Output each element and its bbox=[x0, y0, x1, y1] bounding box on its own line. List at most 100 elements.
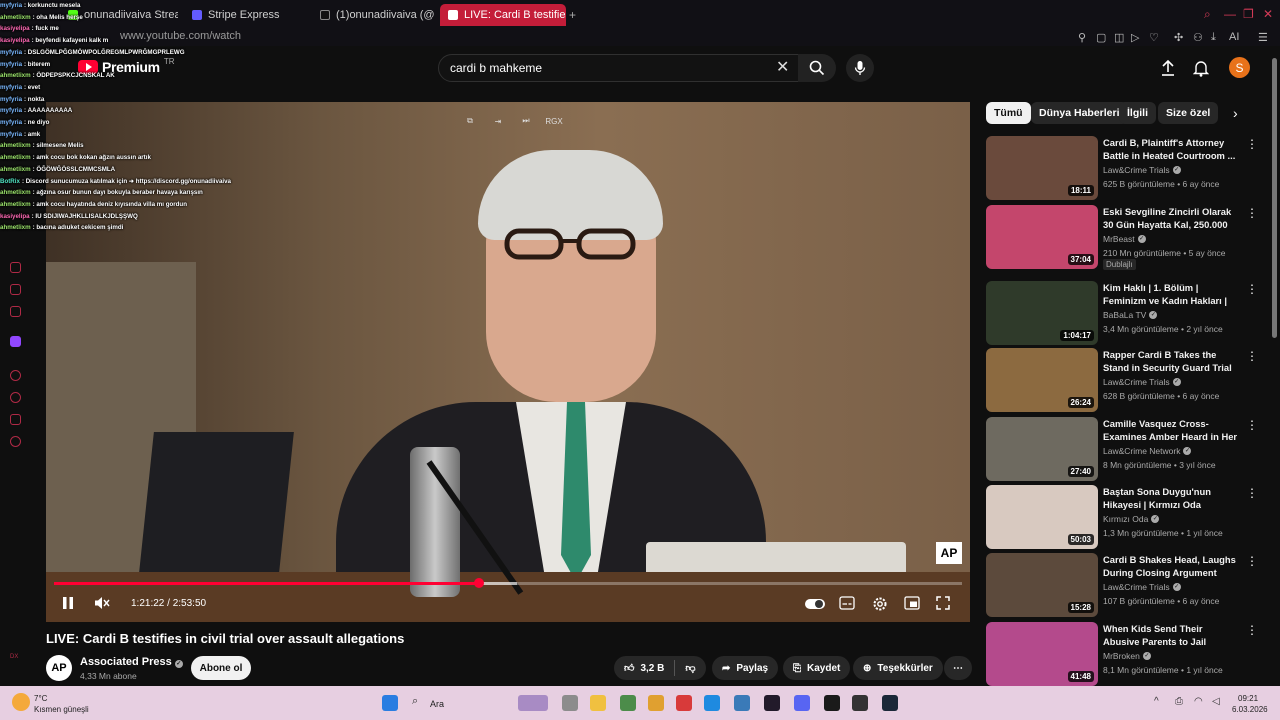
miniplayer-icon[interactable] bbox=[904, 596, 920, 610]
settings-icon[interactable] bbox=[10, 436, 21, 447]
task-view-icon[interactable] bbox=[562, 695, 578, 711]
video-thumbnail[interactable]: 50:03 bbox=[986, 485, 1098, 549]
sidebar-app-icon[interactable] bbox=[10, 284, 21, 295]
mute-icon[interactable] bbox=[94, 596, 110, 610]
thanks-button[interactable]: ⊕ Teşekkürler bbox=[853, 656, 943, 680]
folder-icon[interactable] bbox=[648, 695, 664, 711]
video-thumbnail[interactable]: 37:04 bbox=[986, 205, 1098, 269]
sidebar-app-icon[interactable] bbox=[10, 306, 21, 317]
recommendation-title[interactable]: Kim Haklı | 1. Bölüm | Feminizm ve Kadın… bbox=[1103, 281, 1241, 307]
player-icon[interactable]: ▷ bbox=[1131, 31, 1139, 44]
app-icon[interactable] bbox=[824, 695, 840, 711]
progress-scrubber[interactable] bbox=[473, 578, 484, 588]
menu-icon[interactable]: ☰ bbox=[1258, 31, 1268, 44]
heart-icon[interactable]: ♡ bbox=[1149, 31, 1159, 44]
recommendation-title[interactable]: Baştan Sona Duygu'nun Hikayesi | Kırmızı… bbox=[1103, 485, 1241, 511]
more-options-icon[interactable]: ⋮ bbox=[1246, 350, 1258, 362]
recommendation-channel[interactable]: MrBeast ✓ bbox=[1103, 234, 1146, 244]
more-options-icon[interactable]: ⋮ bbox=[1246, 207, 1258, 219]
browser-tab-youtube[interactable]: LIVE: Cardi B testifies in ci bbox=[440, 4, 566, 26]
twitch-icon[interactable] bbox=[10, 336, 21, 347]
wifi-icon[interactable]: ◠ bbox=[1194, 696, 1203, 707]
history-icon[interactable] bbox=[10, 392, 21, 403]
recommendation-card[interactable]: 18:11 Cardi B, Plaintiff's Attorney Battl… bbox=[986, 136, 1266, 200]
sidebar-app-icon[interactable] bbox=[10, 414, 21, 425]
more-options-icon[interactable]: ⋮ bbox=[1246, 419, 1258, 431]
tray-chevron-icon[interactable]: ^ bbox=[1154, 696, 1159, 707]
more-options-icon[interactable]: ⋮ bbox=[1246, 283, 1258, 295]
tray-icon[interactable]: ⎙ bbox=[1175, 696, 1183, 707]
maximize-icon[interactable]: ❐ bbox=[1243, 7, 1254, 21]
recommendation-title[interactable]: Eski Sevgiline Zincirli Olarak 30 Gün Ha… bbox=[1103, 205, 1241, 231]
chevron-right-icon[interactable]: › bbox=[1233, 105, 1238, 121]
recommendation-title[interactable]: Cardi B, Plaintiff's Attorney Battle in … bbox=[1103, 136, 1241, 162]
clear-search-icon[interactable]: ✕ bbox=[776, 57, 789, 77]
recommendation-channel[interactable]: BaBaLa TV ✓ bbox=[1103, 310, 1158, 320]
recommendation-channel[interactable]: MrBroken ✓ bbox=[1103, 651, 1151, 661]
recommendation-title[interactable]: Rapper Cardi B Takes the Stand in Securi… bbox=[1103, 348, 1241, 374]
video-thumbnail[interactable]: 1:04:17 bbox=[986, 281, 1098, 345]
new-tab-icon[interactable]: + bbox=[569, 8, 576, 22]
like-button[interactable]: 👍︎ 3,2 B 👎︎ bbox=[614, 656, 706, 680]
browser-tab-tiktok[interactable]: (1)onunadiivaiva (@onuna bbox=[312, 4, 434, 26]
photos-icon[interactable] bbox=[734, 695, 750, 711]
discord-icon[interactable] bbox=[794, 695, 810, 711]
video-thumbnail[interactable]: 26:24 bbox=[986, 348, 1098, 412]
autoplay-toggle[interactable] bbox=[804, 598, 826, 610]
share-button[interactable]: ➦ Paylaş bbox=[712, 656, 779, 680]
recommendation-card[interactable]: 1:04:17 Kim Haklı | 1. Bölüm | Feminizm v… bbox=[986, 281, 1266, 345]
recommendation-card[interactable]: 41:48 When Kids Send Their Abusive Parent… bbox=[986, 622, 1266, 686]
taskbar-search-label[interactable]: Ara bbox=[430, 699, 444, 709]
rgx-button[interactable]: RGX bbox=[545, 112, 563, 130]
steam-icon[interactable] bbox=[882, 695, 898, 711]
video-thumbnail[interactable]: 18:11 bbox=[986, 136, 1098, 200]
subscribe-button[interactable]: Abone ol bbox=[191, 656, 251, 680]
progress-bar[interactable] bbox=[54, 578, 962, 588]
chip-all[interactable]: Tümü bbox=[986, 102, 1031, 124]
bookmark-icon[interactable]: ◫ bbox=[1114, 31, 1124, 44]
sidebar-app-icon[interactable] bbox=[10, 262, 21, 273]
recommendation-channel[interactable]: Law&Crime Trials ✓ bbox=[1103, 165, 1181, 175]
video-thumbnail[interactable]: 15:28 bbox=[986, 553, 1098, 617]
screenshot-icon[interactable]: ▢ bbox=[1096, 31, 1106, 44]
thumbs-down-icon[interactable]: 👎︎ bbox=[685, 662, 695, 674]
recommendation-channel[interactable]: Kırmızı Oda ✓ bbox=[1103, 514, 1160, 524]
clock-date[interactable]: 6.03.2026 bbox=[1232, 705, 1268, 714]
start-icon[interactable] bbox=[382, 695, 398, 711]
search-tabs-icon[interactable]: ⌕ bbox=[1204, 7, 1211, 22]
chip-related[interactable]: İlgili bbox=[1119, 102, 1156, 124]
pause-icon[interactable] bbox=[62, 596, 74, 610]
account-avatar[interactable]: S bbox=[1229, 57, 1250, 78]
clock-time[interactable]: 09:21 bbox=[1238, 694, 1258, 703]
voice-search-button[interactable] bbox=[846, 54, 874, 82]
close-icon[interactable]: ✕ bbox=[1263, 7, 1273, 21]
file-explorer-icon[interactable] bbox=[590, 695, 606, 711]
recommendation-card[interactable]: 27:40 Camille Vasquez Cross-Examines Ambe… bbox=[986, 417, 1266, 481]
search-input[interactable]: cardi b mahkeme bbox=[438, 54, 800, 82]
channel-avatar[interactable]: AP bbox=[46, 655, 72, 681]
more-actions-button[interactable]: ⋯ bbox=[944, 656, 972, 680]
taskbar-search-icon[interactable]: ⌕ bbox=[412, 695, 418, 708]
recommendation-channel[interactable]: Law&Crime Trials ✓ bbox=[1103, 582, 1181, 592]
recommendation-card[interactable]: 26:24 Rapper Cardi B Takes the Stand in S… bbox=[986, 348, 1266, 412]
extension-icon[interactable]: ⚲ bbox=[1078, 31, 1086, 44]
recommendation-card[interactable]: 50:03 Baştan Sona Duygu'nun Hikayesi | Kı… bbox=[986, 485, 1266, 549]
minimize-icon[interactable]: — bbox=[1224, 7, 1236, 21]
skip-next-icon[interactable]: ⏭ bbox=[517, 112, 535, 130]
subtitles-icon[interactable] bbox=[839, 596, 855, 610]
edge-icon[interactable] bbox=[704, 695, 720, 711]
video-thumbnail[interactable]: 27:40 bbox=[986, 417, 1098, 481]
more-options-icon[interactable]: ⋮ bbox=[1246, 138, 1258, 150]
settings-gear-icon[interactable] bbox=[872, 596, 888, 612]
puzzle-icon[interactable]: ✣ bbox=[1174, 31, 1183, 44]
fullscreen-icon[interactable] bbox=[936, 596, 950, 610]
channel-name[interactable]: Associated Press ✓ bbox=[80, 656, 183, 668]
app-icon[interactable] bbox=[676, 695, 692, 711]
recommendation-card[interactable]: 15:28 Cardi B Shakes Head, Laughs During … bbox=[986, 553, 1266, 617]
recommendation-title[interactable]: When Kids Send Their Abusive Parents to … bbox=[1103, 622, 1241, 648]
video-thumbnail[interactable]: 41:48 bbox=[986, 622, 1098, 686]
more-options-icon[interactable]: ⋮ bbox=[1246, 624, 1258, 636]
sidebar-app-icon[interactable] bbox=[10, 370, 21, 381]
enter-icon[interactable]: ⇥ bbox=[489, 112, 507, 130]
save-button[interactable]: ⎘ Kaydet bbox=[783, 656, 851, 680]
